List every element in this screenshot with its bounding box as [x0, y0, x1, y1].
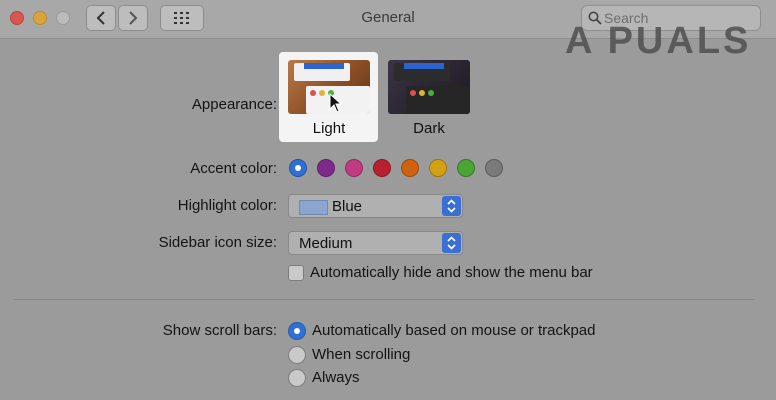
cursor-icon — [329, 93, 343, 113]
accent-color-label: Accent color: — [190, 160, 277, 177]
sidebar-icon-size-select[interactable]: Medium — [288, 231, 463, 255]
sidebar-icon-size-value: Medium — [299, 235, 353, 252]
accent-orange-swatch[interactable] — [401, 159, 419, 177]
accent-blue-swatch[interactable] — [289, 159, 307, 177]
dark-preview — [388, 60, 470, 114]
accent-green-swatch[interactable] — [457, 159, 475, 177]
watermark-logo: A PUALS — [565, 20, 752, 62]
accent-red-swatch[interactable] — [373, 159, 391, 177]
accent-pink-swatch[interactable] — [345, 159, 363, 177]
appearance-dark-label: Dark — [413, 120, 445, 137]
scroll-always-label: Always — [312, 369, 360, 386]
scroll-auto-label: Automatically based on mouse or trackpad — [312, 322, 596, 339]
menubar-autohide-checkbox[interactable] — [288, 265, 304, 281]
chevron-updown-icon — [447, 236, 456, 250]
sidebar-icon-size-label: Sidebar icon size: — [158, 234, 277, 251]
accent-purple-swatch[interactable] — [317, 159, 335, 177]
scroll-when-scrolling-label: When scrolling — [312, 346, 411, 363]
highlight-color-label: Highlight color: — [177, 197, 277, 214]
appearance-label: Appearance: — [191, 96, 277, 113]
appearance-light-label: Light — [312, 120, 346, 137]
accent-yellow-swatch[interactable] — [429, 159, 447, 177]
chevron-updown-icon — [447, 199, 456, 213]
section-divider — [14, 299, 754, 300]
scroll-bars-label: Show scroll bars: — [162, 322, 277, 339]
scroll-auto-radio[interactable] — [288, 322, 306, 340]
highlight-color-value: Blue — [332, 198, 363, 215]
scroll-always-radio[interactable] — [288, 369, 306, 387]
appearance-dark-option[interactable]: Dark — [379, 52, 479, 142]
scroll-when-scrolling-radio[interactable] — [288, 346, 306, 364]
highlight-color-stepper[interactable] — [442, 196, 461, 216]
highlight-swatch — [299, 200, 328, 215]
accent-graphite-swatch[interactable] — [485, 159, 503, 177]
highlight-color-select[interactable]: Blue — [288, 194, 463, 218]
menubar-autohide-label: Automatically hide and show the menu bar — [310, 264, 593, 281]
sidebar-icon-size-stepper[interactable] — [442, 233, 461, 253]
appearance-light-option[interactable]: Light — [279, 52, 378, 142]
